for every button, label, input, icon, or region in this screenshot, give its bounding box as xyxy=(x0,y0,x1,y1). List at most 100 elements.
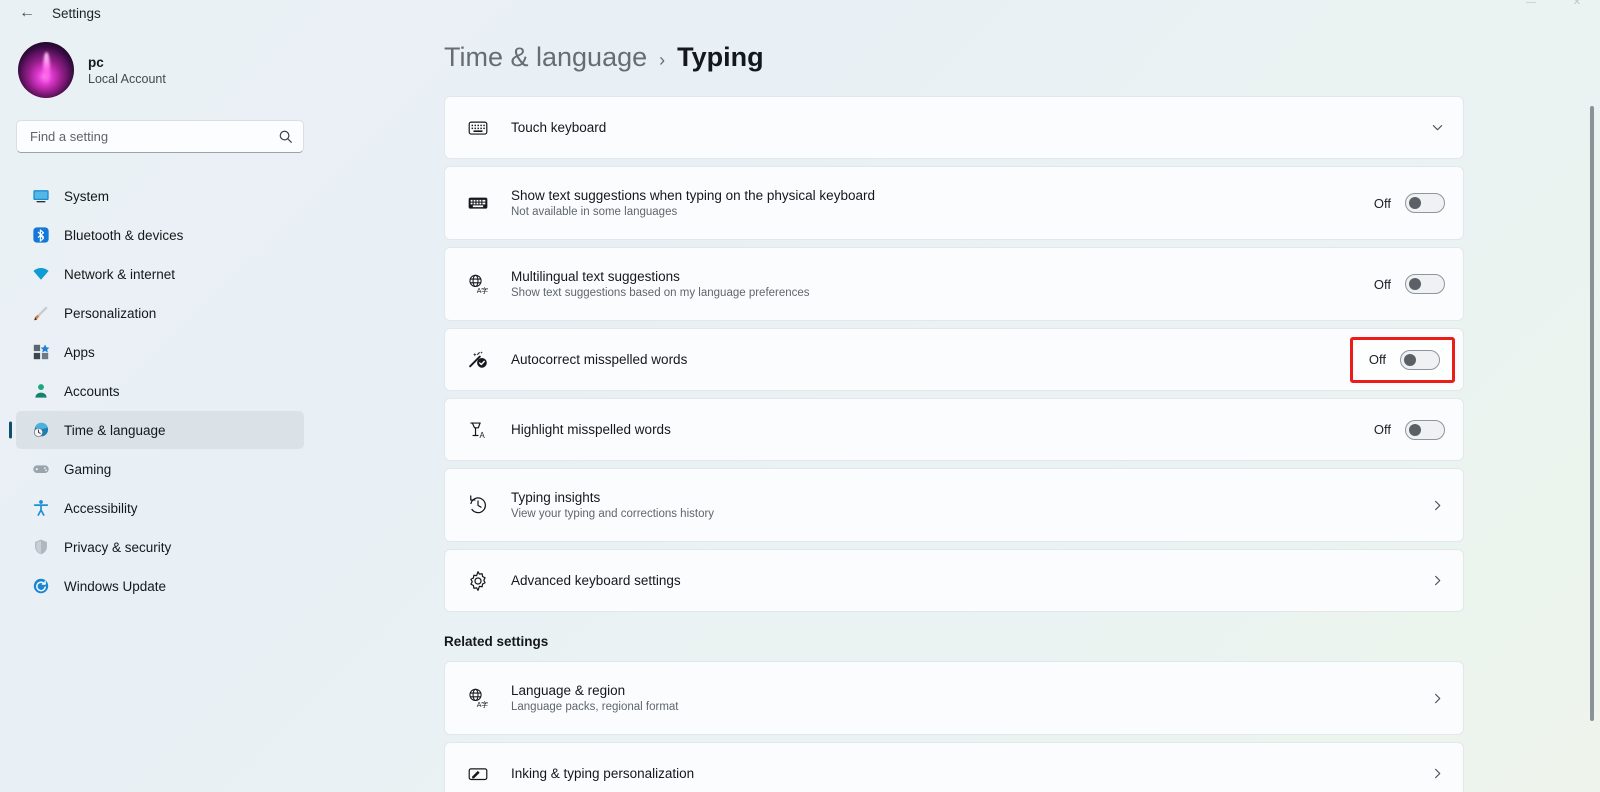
setting-row-touch-keyboard[interactable]: Touch keyboard xyxy=(444,96,1464,159)
sidebar-item-privacy-security[interactable]: Privacy & security xyxy=(16,528,304,566)
setting-control: Off xyxy=(1374,274,1445,294)
setting-control xyxy=(1430,573,1445,588)
chevron-right-icon[interactable] xyxy=(1430,498,1445,513)
gamepad-icon xyxy=(32,460,50,478)
setting-row-advanced-keyboard-settings[interactable]: Advanced keyboard settings xyxy=(444,549,1464,612)
toggle-switch[interactable] xyxy=(1400,350,1440,370)
toggle-knob xyxy=(1404,354,1416,366)
toggle-knob xyxy=(1409,424,1421,436)
sidebar-item-windows-update[interactable]: Windows Update xyxy=(16,567,304,605)
toggle-switch[interactable] xyxy=(1405,193,1445,213)
sidebar-item-accessibility[interactable]: Accessibility xyxy=(16,489,304,527)
toggle-knob xyxy=(1409,197,1421,209)
monitor-icon xyxy=(32,187,50,205)
sidebar-item-time-language[interactable]: Time & language xyxy=(16,411,304,449)
sidebar-item-label: Accessibility xyxy=(64,501,138,516)
account-text: pc Local Account xyxy=(88,55,166,86)
touch-keyboard-icon xyxy=(465,115,491,141)
sidebar-item-accounts[interactable]: Accounts xyxy=(16,372,304,410)
toggle-state-label: Off xyxy=(1374,422,1391,437)
setting-control: Off xyxy=(1350,337,1455,383)
history-icon xyxy=(465,492,491,518)
toggle-state-label: Off xyxy=(1374,277,1391,292)
setting-row-inking-typing-personalization[interactable]: Inking & typing personalization xyxy=(444,742,1464,792)
scrollbar-thumb[interactable] xyxy=(1590,106,1594,721)
gear-icon xyxy=(465,568,491,594)
sidebar-item-network-internet[interactable]: Network & internet xyxy=(16,255,304,293)
sidebar-item-bluetooth-devices[interactable]: Bluetooth & devices xyxy=(16,216,304,254)
setting-text: Highlight misspelled words xyxy=(511,422,1374,437)
sidebar-item-label: Bluetooth & devices xyxy=(64,228,183,243)
setting-title: Advanced keyboard settings xyxy=(511,573,1430,588)
toggle-state-label: Off xyxy=(1369,352,1386,367)
setting-text: Show text suggestions when typing on the… xyxy=(511,188,1374,218)
sidebar-item-label: Personalization xyxy=(64,306,156,321)
accessibility-icon xyxy=(32,499,50,517)
account-type: Local Account xyxy=(88,72,166,86)
toggle-knob xyxy=(1409,278,1421,290)
sidebar: pc Local Account System Bluetooth & devic… xyxy=(0,26,320,792)
setting-control xyxy=(1430,120,1445,135)
sidebar-item-apps[interactable]: Apps xyxy=(16,333,304,371)
account-name: pc xyxy=(88,55,166,70)
svg-text:A: A xyxy=(479,431,485,440)
setting-title: Autocorrect misspelled words xyxy=(511,352,1350,367)
chevron-right-icon[interactable] xyxy=(1430,691,1445,706)
sidebar-item-gaming[interactable]: Gaming xyxy=(16,450,304,488)
highlighter-a-icon: A xyxy=(465,417,491,443)
person-icon xyxy=(32,382,50,400)
minimize-button[interactable]: — xyxy=(1508,0,1554,26)
setting-text: Advanced keyboard settings xyxy=(511,573,1430,588)
setting-control: Off xyxy=(1374,193,1445,213)
related-settings-heading: Related settings xyxy=(444,634,1476,649)
sidebar-nav: System Bluetooth & devices Network & inter… xyxy=(16,177,304,605)
setting-text: Multilingual text suggestions Show text s… xyxy=(511,269,1374,299)
chevron-right-icon[interactable] xyxy=(1430,766,1445,781)
setting-row-show-text-suggestions-when-typing-on-the-physical-keyboard[interactable]: Show text suggestions when typing on the… xyxy=(444,166,1464,240)
window-controls: — ✕ xyxy=(1508,0,1600,26)
sidebar-item-label: Apps xyxy=(64,345,95,360)
setting-row-highlight-misspelled-words[interactable]: A Highlight misspelled wordsOff xyxy=(444,398,1464,461)
scrollbar-track[interactable] xyxy=(1587,26,1597,792)
search-input[interactable] xyxy=(30,129,278,144)
svg-text:字: 字 xyxy=(481,700,488,709)
setting-row-language-region[interactable]: A字Language & regionLanguage packs, regio… xyxy=(444,661,1464,735)
setting-title: Multilingual text suggestions xyxy=(511,269,1374,284)
sidebar-item-label: System xyxy=(64,189,109,204)
chevron-down-icon[interactable] xyxy=(1430,120,1445,135)
app-title: Settings xyxy=(52,6,101,21)
sidebar-item-system[interactable]: System xyxy=(16,177,304,215)
content-area: Time & language › Typing Touch keyboardS… xyxy=(320,26,1600,792)
setting-title: Highlight misspelled words xyxy=(511,422,1374,437)
toggle-switch[interactable] xyxy=(1405,274,1445,294)
update-icon xyxy=(32,577,50,595)
back-button[interactable]: ← xyxy=(12,1,42,25)
setting-row-typing-insights[interactable]: Typing insightsView your typing and corr… xyxy=(444,468,1464,542)
search-icon[interactable] xyxy=(278,129,293,144)
translate-globe-icon: A字 xyxy=(465,271,491,297)
setting-title: Language & region xyxy=(511,683,1430,698)
setting-row-autocorrect-misspelled-words[interactable]: Autocorrect misspelled words Off xyxy=(444,328,1464,391)
chevron-right-icon[interactable] xyxy=(1430,573,1445,588)
toggle-state-label: Off xyxy=(1374,196,1391,211)
toggle-switch[interactable] xyxy=(1405,420,1445,440)
paintbrush-icon xyxy=(32,304,50,322)
sidebar-item-label: Accounts xyxy=(64,384,120,399)
setting-title: Typing insights xyxy=(511,490,1430,505)
setting-subtitle: Show text suggestions based on my langua… xyxy=(511,287,1374,299)
account-block[interactable]: pc Local Account xyxy=(16,32,304,98)
search-box[interactable] xyxy=(16,120,304,153)
setting-text: Inking & typing personalization xyxy=(511,766,1430,781)
setting-title: Show text suggestions when typing on the… xyxy=(511,188,1374,203)
setting-control xyxy=(1430,498,1445,513)
title-bar: ← Settings — ✕ xyxy=(0,0,1600,26)
breadcrumb-parent[interactable]: Time & language xyxy=(444,42,647,73)
sidebar-item-personalization[interactable]: Personalization xyxy=(16,294,304,332)
sidebar-item-label: Windows Update xyxy=(64,579,166,594)
setting-row-multilingual-text-suggestions[interactable]: A字 Multilingual text suggestions Show text… xyxy=(444,247,1464,321)
sidebar-item-label: Gaming xyxy=(64,462,111,477)
close-button[interactable]: ✕ xyxy=(1554,0,1600,26)
sidebar-item-label: Privacy & security xyxy=(64,540,171,555)
setting-control: Off xyxy=(1374,420,1445,440)
setting-text: Typing insightsView your typing and corr… xyxy=(511,490,1430,520)
